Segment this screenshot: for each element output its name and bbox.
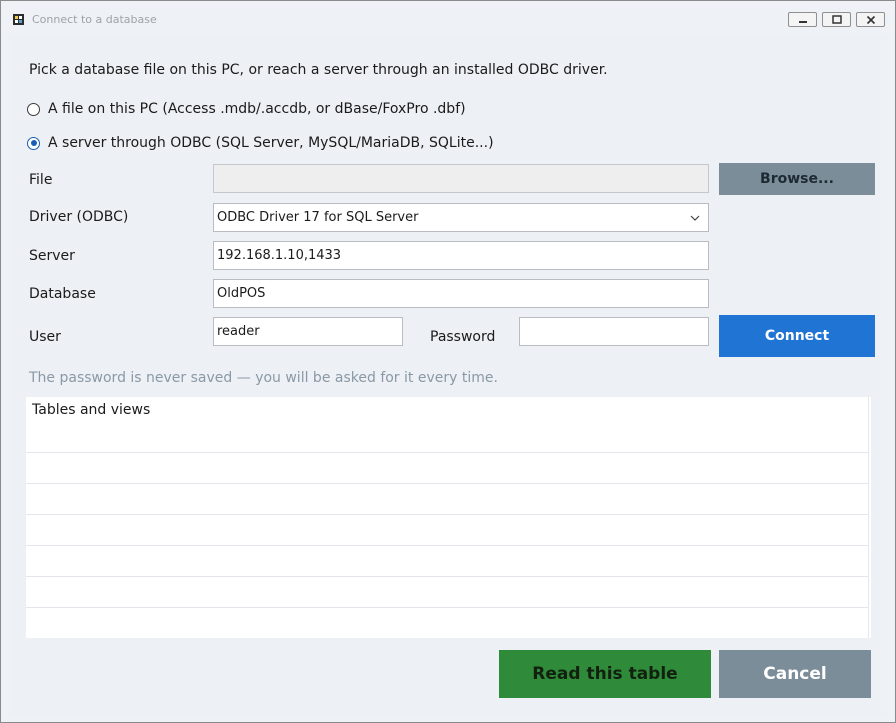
intro-text: Pick a database file on this PC, or reac… [29,62,608,78]
connect-button[interactable]: Connect [719,315,875,357]
user-label: User [29,329,61,345]
close-icon [866,15,876,25]
list-row-divider [26,545,869,546]
driver-label: Driver (ODBC) [29,209,129,225]
read-table-button[interactable]: Read this table [499,650,711,698]
tables-list-header: Tables and views [32,402,151,418]
list-row-divider [26,607,869,608]
user-input[interactable]: reader [213,317,403,346]
password-hint: The password is never saved — you will b… [29,370,498,386]
server-input[interactable]: 192.168.1.10,1433 [213,241,709,270]
tables-list[interactable]: Tables and views [26,397,871,638]
chevron-down-icon [690,215,700,221]
list-row-divider [26,483,869,484]
maximize-button[interactable] [822,12,851,27]
database-app-icon [13,14,24,25]
password-label: Password [430,329,496,345]
file-path-input[interactable] [213,164,709,193]
minimize-icon [799,21,807,23]
list-row-divider [26,452,869,453]
driver-select-value: ODBC Driver 17 for SQL Server [217,210,419,225]
radio-file-label: A file on this PC (Access .mdb/.accdb, o… [48,101,466,117]
dialog-body: Pick a database file on this PC, or reac… [10,37,887,717]
file-label: File [29,172,53,188]
maximize-icon [832,15,842,24]
title-bar: Connect to a database [1,1,895,37]
connect-dialog: Connect to a database Pick a database fi… [0,0,896,723]
database-label: Database [29,286,96,302]
database-input[interactable]: OldPOS [213,279,709,308]
radio-file[interactable] [27,102,40,116]
window-title: Connect to a database [32,13,157,26]
radio-odbc[interactable] [27,136,40,150]
browse-button[interactable]: Browse... [719,163,875,195]
minimize-button[interactable] [788,12,817,27]
radio-file-option[interactable]: A file on this PC (Access .mdb/.accdb, o… [27,99,466,119]
list-column-divider [868,397,869,638]
cancel-button[interactable]: Cancel [719,650,871,698]
server-label: Server [29,248,75,264]
password-input[interactable] [519,317,709,346]
list-row-divider [26,576,869,577]
list-row-divider [26,514,869,515]
driver-select[interactable]: ODBC Driver 17 for SQL Server [213,203,709,232]
close-button[interactable] [856,12,885,27]
radio-odbc-label: A server through ODBC (SQL Server, MySQL… [48,135,494,151]
radio-odbc-option[interactable]: A server through ODBC (SQL Server, MySQL… [27,133,494,153]
